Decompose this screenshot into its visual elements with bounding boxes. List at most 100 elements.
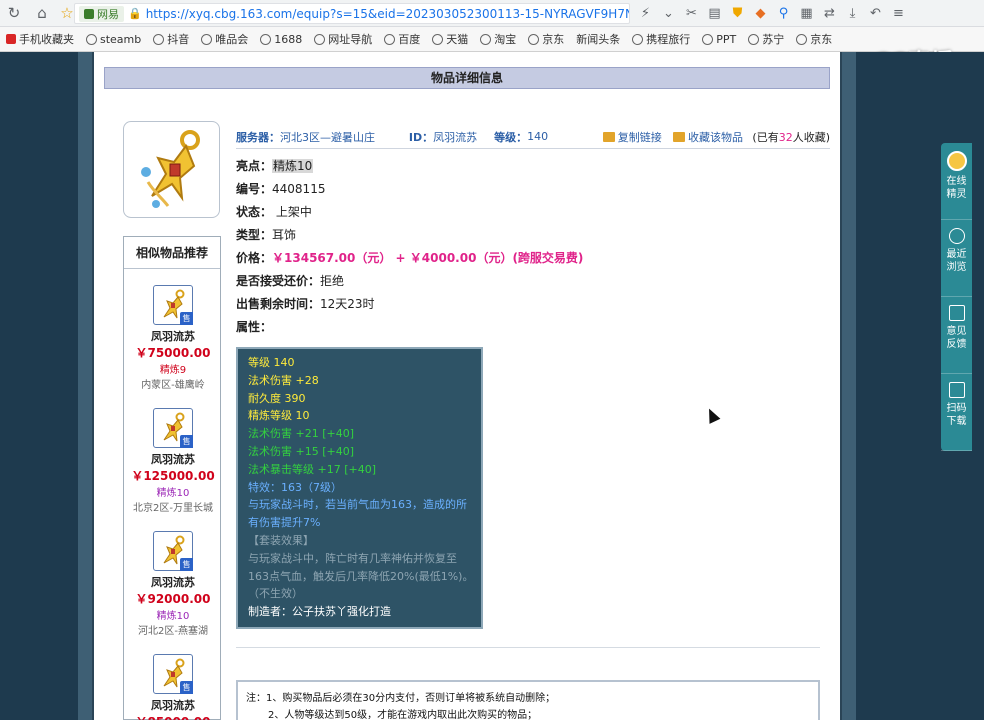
bookmark-item[interactable]: 天猫 (426, 27, 474, 51)
globe-icon (314, 33, 326, 45)
qrcode-icon (948, 382, 965, 398)
right-float-panel: 在线精灵 最近浏览 意见反馈 扫码下载 (941, 143, 972, 451)
bookmark-item[interactable]: 苏宁 (742, 27, 790, 51)
similar-item-image[interactable]: 售 (153, 285, 193, 325)
download-icon[interactable]: ⤓ (841, 0, 864, 27)
time-left-row: 出售剩余时间：12天23时 (236, 297, 375, 311)
similar-item-server: 河北2区-燕塞湖 (138, 626, 208, 637)
fox-icon[interactable]: ◆ (749, 0, 772, 27)
globe-icon (86, 33, 97, 45)
scissors-icon[interactable]: ✂ (680, 0, 703, 27)
attributes-panel: 等级 140 法术伤害 +28 耐久度 390 精炼等级 10 法术伤害 +21 [+4… (236, 347, 483, 629)
sell-badge: 售 (180, 312, 193, 325)
section-divider (236, 647, 820, 648)
similar-item-image[interactable]: 售 (153, 408, 193, 448)
type-row: 类型：耳饰 (236, 228, 297, 242)
globe-icon (153, 33, 165, 45)
highlight-value: 精炼10 (272, 159, 314, 173)
copy-link-button[interactable]: 复制链接 (602, 129, 662, 145)
similar-item-name[interactable]: 凤羽流苏 (124, 328, 222, 344)
similar-item-image[interactable]: 售 (153, 654, 193, 694)
refresh-icon[interactable]: ↻ (0, 0, 28, 27)
sell-badge: 售 (180, 558, 193, 571)
bookmark-item[interactable]: PPT (696, 27, 742, 51)
globe-icon (632, 33, 644, 45)
site-logo-icon (84, 8, 94, 19)
similar-item-price: ￥75000.00 (135, 346, 211, 360)
level-label: 等级： (494, 130, 528, 144)
bookmark-item[interactable]: 唯品会 (195, 27, 254, 51)
globe-icon (748, 33, 760, 45)
item-image (123, 121, 220, 218)
similar-item[interactable]: 售凤羽流苏￥85000.00 (124, 654, 222, 720)
sprite-avatar-icon (946, 151, 967, 171)
highlight-row: 亮点：精炼10 (236, 159, 314, 173)
id-label: ID： (408, 130, 434, 144)
similar-item-name[interactable]: 凤羽流苏 (124, 574, 222, 590)
attribute-line: 制造者：公子扶苏丫强化打造 (248, 605, 391, 619)
search-icon[interactable]: ⚲ (772, 0, 795, 27)
counter-offer-value: 拒绝 (320, 274, 345, 288)
side-panel-item[interactable]: 在线精灵 (941, 143, 972, 220)
dropdown-chevron-icon[interactable]: ⌄ (657, 0, 680, 27)
similar-item-price: ￥85000.00 (124, 713, 222, 720)
id-value: 凤羽流苏 (433, 130, 478, 144)
note-line: 注：1、购买物品后必须在30分内支付，否则订单将被系统自动删除； (246, 693, 556, 704)
bookmark-item[interactable]: steamb (80, 27, 147, 51)
bookmark-item[interactable]: 京东 (790, 27, 838, 51)
menu-icon[interactable]: ≡ (887, 0, 910, 27)
bookmark-item[interactable]: 新闻头条 (570, 27, 626, 51)
similar-item-server: 北京2区-万里长城 (133, 503, 213, 514)
similar-item-image[interactable]: 售 (153, 531, 193, 571)
translate-icon[interactable]: ⇄ (818, 0, 841, 27)
attribute-line: 【套装效果】 (248, 533, 314, 547)
bookmark-item[interactable]: 网址导航 (308, 27, 378, 51)
attribute-line: 法术伤害 +28 (248, 373, 319, 387)
level-value: 140 (527, 130, 549, 143)
similar-item-price: ￥92000.00 (135, 592, 211, 606)
bookmark-item[interactable]: 1688 (254, 27, 308, 51)
bookmark-item[interactable]: 京东 (522, 27, 570, 51)
attribute-line: 特效：163（7级） (248, 480, 342, 494)
home-icon[interactable]: ⌂ (28, 0, 56, 27)
globe-icon (480, 33, 492, 45)
similar-item-name[interactable]: 凤羽流苏 (124, 697, 222, 713)
extension-row: ⚡ ⌄ ✂ ▤ ⛊ ◆ ⚲ ▦ ⇄ ⤓ ↶ ≡ (634, 0, 910, 27)
price-value: ￥134567.00（元） + ￥4000.00（元）(跨服交易费) (272, 251, 584, 265)
attributes-label: 属性： (236, 320, 273, 334)
link-icon (602, 131, 615, 142)
lock-icon: 🔒 (128, 7, 142, 20)
site-chip: 网易 (79, 5, 124, 22)
similar-item[interactable]: 售凤羽流苏 ￥92000.00 精炼10 河北2区-燕塞湖 (124, 531, 222, 637)
bookmark-item[interactable]: 携程旅行 (626, 27, 696, 51)
browser-toolbar: ↻ ⌂ ☆ 网易 🔒 https://xyq.cbg.163.com/equip… (0, 0, 984, 27)
attribute-line: 与玩家战斗时，若当前气血为163，造成的所有伤害提升7% (248, 498, 467, 530)
similar-item[interactable]: 售凤羽流苏 ￥75000.00 精炼9 内蒙区-雄鹰岭 (124, 285, 222, 391)
similar-item-name[interactable]: 凤羽流苏 (124, 451, 222, 467)
shield-icon[interactable]: ⛊ (726, 0, 749, 27)
bookmark-item[interactable]: 淘宝 (474, 27, 522, 51)
side-panel-item[interactable]: 意见反馈 (941, 297, 972, 374)
edit-icon (948, 305, 965, 321)
reading-icon[interactable]: ▤ (703, 0, 726, 27)
similar-items-panel: 相似物品推荐 售凤羽流苏 ￥75000.00 精炼9 内蒙区-雄鹰岭售凤羽流苏 ￥125… (123, 236, 221, 720)
bookmark-item[interactable]: 手机收藏夹 (0, 27, 80, 51)
side-panel-item[interactable]: 最近浏览 (941, 220, 972, 297)
attribute-line: 耐久度 390 (248, 391, 306, 405)
address-bar[interactable]: 网易 🔒 https://xyq.cbg.163.com/equip?s=15&… (74, 3, 630, 24)
similar-item-server: 内蒙区-雄鹰岭 (141, 380, 205, 391)
bookmark-item[interactable]: 百度 (378, 27, 426, 51)
undo-icon[interactable]: ↶ (864, 0, 887, 27)
url-text: https://xyq.cbg.163.com/equip?s=15&eid=2… (145, 6, 629, 21)
favorite-button[interactable]: 收藏该物品 (673, 129, 743, 145)
purchase-notes: 注：1、购买物品后必须在30分内支付，否则订单将被系统自动删除； 2、人物等级达… (236, 680, 820, 720)
bookmarks-bar: 手机收藏夹 steamb 抖音 唯品会 1688 网址导航 百度 天猫 淘宝 京东 新闻头条 携程旅行… (0, 27, 984, 52)
side-panel-item[interactable]: 扫码下载 (941, 374, 972, 451)
grid-icon[interactable]: ▦ (795, 0, 818, 27)
bookmark-item[interactable]: 抖音 (147, 27, 195, 51)
lightning-icon[interactable]: ⚡ (634, 0, 657, 27)
time-left-value: 12天23时 (320, 297, 375, 311)
globe-icon (702, 33, 714, 45)
page-title: 物品详细信息 (104, 67, 830, 89)
similar-item[interactable]: 售凤羽流苏 ￥125000.00 精炼10 北京2区-万里长城 (124, 408, 222, 514)
